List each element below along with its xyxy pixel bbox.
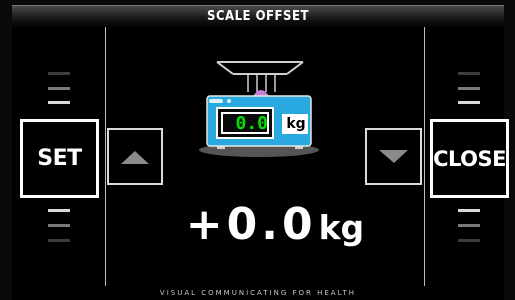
close-button-label: CLOSE xyxy=(433,146,506,171)
left-column-divider xyxy=(105,27,106,286)
right-tick-mark xyxy=(458,224,480,227)
footer-bar: VISUAL COMMUNICATING FOR HEALTH xyxy=(12,286,504,300)
right-tick-mark xyxy=(458,72,480,75)
left-tick-mark xyxy=(48,209,70,212)
right-tick-mark xyxy=(458,101,480,104)
offset-readout: +0.0kg xyxy=(175,197,375,253)
page-title: SCALE OFFSET xyxy=(207,9,309,24)
right-tick-mark xyxy=(458,87,480,90)
scale-screen-unit: kg xyxy=(286,116,306,132)
triangle-down-icon xyxy=(379,150,408,163)
left-tick-mark xyxy=(48,224,70,227)
left-tick-mark xyxy=(48,72,70,75)
left-tick-mark xyxy=(48,87,70,90)
close-button[interactable]: CLOSE xyxy=(430,119,509,198)
set-button-label: SET xyxy=(37,146,82,171)
left-tick-mark xyxy=(48,101,70,104)
increase-offset-button[interactable] xyxy=(107,128,163,185)
decrease-offset-button[interactable] xyxy=(365,128,422,185)
offset-unit: kg xyxy=(318,208,365,247)
footer-tagline: VISUAL COMMUNICATING FOR HEALTH xyxy=(159,289,357,297)
right-tick-mark xyxy=(458,209,480,212)
scale-screen-value: 0.0 xyxy=(235,113,268,134)
right-column-divider xyxy=(424,27,425,286)
weighing-scale-icon xyxy=(199,61,319,157)
left-tick-mark xyxy=(48,239,70,242)
set-button[interactable]: SET xyxy=(20,119,99,198)
right-tick-mark xyxy=(458,239,480,242)
triangle-up-icon xyxy=(121,151,149,164)
offset-value: +0.0 xyxy=(185,199,317,250)
title-bar: SCALE OFFSET xyxy=(12,5,504,28)
